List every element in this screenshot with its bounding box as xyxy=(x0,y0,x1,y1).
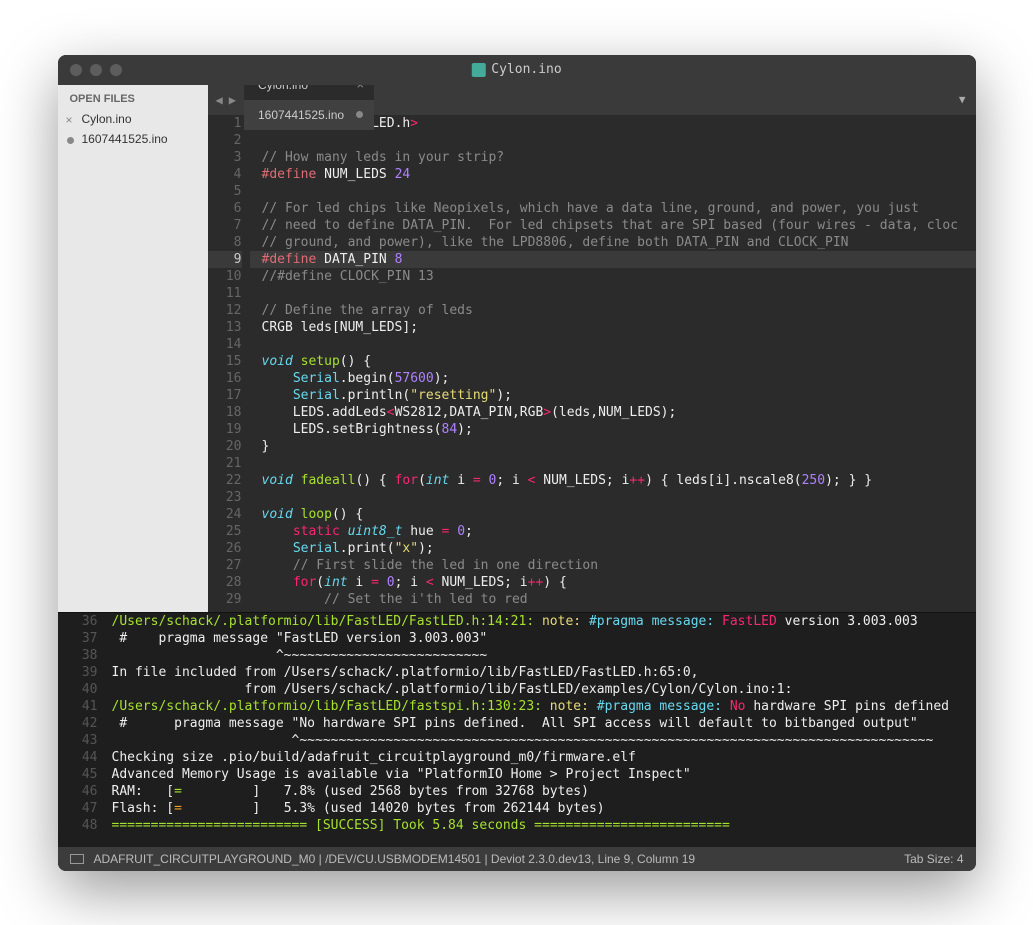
window-title: Cylon.ino xyxy=(471,62,561,77)
tab-label: Cylon.ino xyxy=(258,85,308,92)
close-window-button[interactable] xyxy=(70,64,82,76)
code-editor[interactable]: 1234567891011121314151617181920212223242… xyxy=(208,115,976,612)
sidebar-file-label: Cylon.ino xyxy=(82,112,132,126)
document-icon xyxy=(471,63,485,77)
zoom-window-button[interactable] xyxy=(110,64,122,76)
code-line[interactable]: Serial.print("x"); xyxy=(250,540,976,557)
status-tab-size[interactable]: Tab Size: 4 xyxy=(904,852,963,866)
code-line[interactable] xyxy=(250,132,976,149)
sidebar-file[interactable]: 1607441525.ino xyxy=(58,129,208,149)
build-output-panel[interactable]: 36373839404142434445464748 /Users/schack… xyxy=(58,612,976,847)
tab-label: 1607441525.ino xyxy=(258,108,344,122)
code-line[interactable]: Serial.println("resetting"); xyxy=(250,387,976,404)
console-line: # pragma message "No hardware SPI pins d… xyxy=(106,715,976,732)
close-tab-icon[interactable]: × xyxy=(356,85,364,93)
code-line[interactable]: #define DATA_PIN 8 xyxy=(250,251,976,268)
code-line[interactable]: static uint8_t hue = 0; xyxy=(250,523,976,540)
console-line: In file included from /Users/schack/.pla… xyxy=(106,664,976,681)
console-line: Checking size .pio/build/adafruit_circui… xyxy=(106,749,976,766)
code-line[interactable]: for(int i = 0; i < NUM_LEDS; i++) { xyxy=(250,574,976,591)
code-line[interactable] xyxy=(250,183,976,200)
code-line[interactable] xyxy=(250,455,976,472)
code-line[interactable] xyxy=(250,489,976,506)
dirty-indicator-icon xyxy=(356,111,363,118)
console-line: ^~~~~~~~~~~~~~~~~~~~~~~~~~~ xyxy=(106,647,976,664)
nav-forward-icon[interactable]: ▶ xyxy=(229,93,236,107)
window-title-text: Cylon.ino xyxy=(491,62,561,77)
nav-back-icon[interactable]: ◀ xyxy=(216,93,223,107)
code-line[interactable]: void setup() { xyxy=(250,353,976,370)
console-line: ========================= [SUCCESS] Took… xyxy=(106,817,976,834)
console-line: RAM: [= ] 7.8% (used 2568 bytes from 327… xyxy=(106,783,976,800)
sidebar: OPEN FILES × Cylon.ino 1607441525.ino xyxy=(58,85,208,612)
editor-tab[interactable]: 1607441525.ino xyxy=(244,100,374,130)
code-line[interactable]: } xyxy=(250,438,976,455)
code-line[interactable]: // For led chips like Neopixels, which h… xyxy=(250,200,976,217)
code-line[interactable]: // First slide the led in one direction xyxy=(250,557,976,574)
code-line[interactable]: LEDS.addLeds<WS2812,DATA_PIN,RGB>(leds,N… xyxy=(250,404,976,421)
code-line[interactable]: #define NUM_LEDS 24 xyxy=(250,166,976,183)
editor-tab[interactable]: Cylon.ino × xyxy=(244,85,374,100)
app-window: Cylon.ino OPEN FILES × Cylon.ino 160744152… xyxy=(58,55,976,871)
console-line: /Users/schack/.platformio/lib/FastLED/fa… xyxy=(106,698,976,715)
open-files-header: OPEN FILES xyxy=(58,85,208,109)
code-line[interactable]: // How many leds in your strip? xyxy=(250,149,976,166)
line-gutter: 1234567891011121314151617181920212223242… xyxy=(208,115,250,612)
dirty-indicator-icon xyxy=(67,137,74,144)
tab-nav-arrows[interactable]: ◀ ▶ xyxy=(208,93,244,107)
console-line: # pragma message "FastLED version 3.003.… xyxy=(106,630,976,647)
minimize-window-button[interactable] xyxy=(90,64,102,76)
tab-bar: ◀ ▶ Cylon.ino×1607441525.ino ▼ xyxy=(208,85,976,115)
code-line[interactable]: // Define the array of leds xyxy=(250,302,976,319)
panel-toggle-icon[interactable] xyxy=(70,854,84,864)
traffic-lights xyxy=(70,64,122,76)
sidebar-file[interactable]: × Cylon.ino xyxy=(58,109,208,129)
sidebar-file-label: 1607441525.ino xyxy=(82,132,168,146)
tab-overflow-button[interactable]: ▼ xyxy=(949,93,976,106)
titlebar[interactable]: Cylon.ino xyxy=(58,55,976,85)
code-line[interactable]: void loop() { xyxy=(250,506,976,523)
editor-area: ◀ ▶ Cylon.ino × 1607441525.ino ▼ 123456789… xyxy=(208,85,976,612)
code-line[interactable] xyxy=(250,336,976,353)
status-left[interactable]: ADAFRUIT_CIRCUITPLAYGROUND_M0 | /DEV/CU.… xyxy=(94,852,696,866)
console-line: from /Users/schack/.platformio/lib/FastL… xyxy=(106,681,976,698)
code-line[interactable]: // ground, and power), like the LPD8806,… xyxy=(250,234,976,251)
console-line: Advanced Memory Usage is available via "… xyxy=(106,766,976,783)
console-line: Flash: [= ] 5.3% (used 14020 bytes from … xyxy=(106,800,976,817)
code-line[interactable]: // need to define DATA_PIN. For led chip… xyxy=(250,217,976,234)
code-content[interactable]: #include <FastLED.h>// How many leds in … xyxy=(250,115,976,612)
console-line: ^~~~~~~~~~~~~~~~~~~~~~~~~~~~~~~~~~~~~~~~… xyxy=(106,732,976,749)
code-line[interactable]: Serial.begin(57600); xyxy=(250,370,976,387)
code-line[interactable]: //#define CLOCK_PIN 13 xyxy=(250,268,976,285)
console-line: /Users/schack/.platformio/lib/FastLED/Fa… xyxy=(106,613,976,630)
code-line[interactable]: // Set the i'th led to red xyxy=(250,591,976,608)
code-line[interactable]: LEDS.setBrightness(84); xyxy=(250,421,976,438)
console-gutter: 36373839404142434445464748 xyxy=(58,613,106,847)
status-bar: ADAFRUIT_CIRCUITPLAYGROUND_M0 | /DEV/CU.… xyxy=(58,847,976,871)
close-file-icon[interactable]: × xyxy=(66,113,73,127)
code-line[interactable]: void fadeall() { for(int i = 0; i < NUM_… xyxy=(250,472,976,489)
code-line[interactable]: CRGB leds[NUM_LEDS]; xyxy=(250,319,976,336)
code-line[interactable] xyxy=(250,285,976,302)
console-content[interactable]: /Users/schack/.platformio/lib/FastLED/Fa… xyxy=(106,613,976,847)
